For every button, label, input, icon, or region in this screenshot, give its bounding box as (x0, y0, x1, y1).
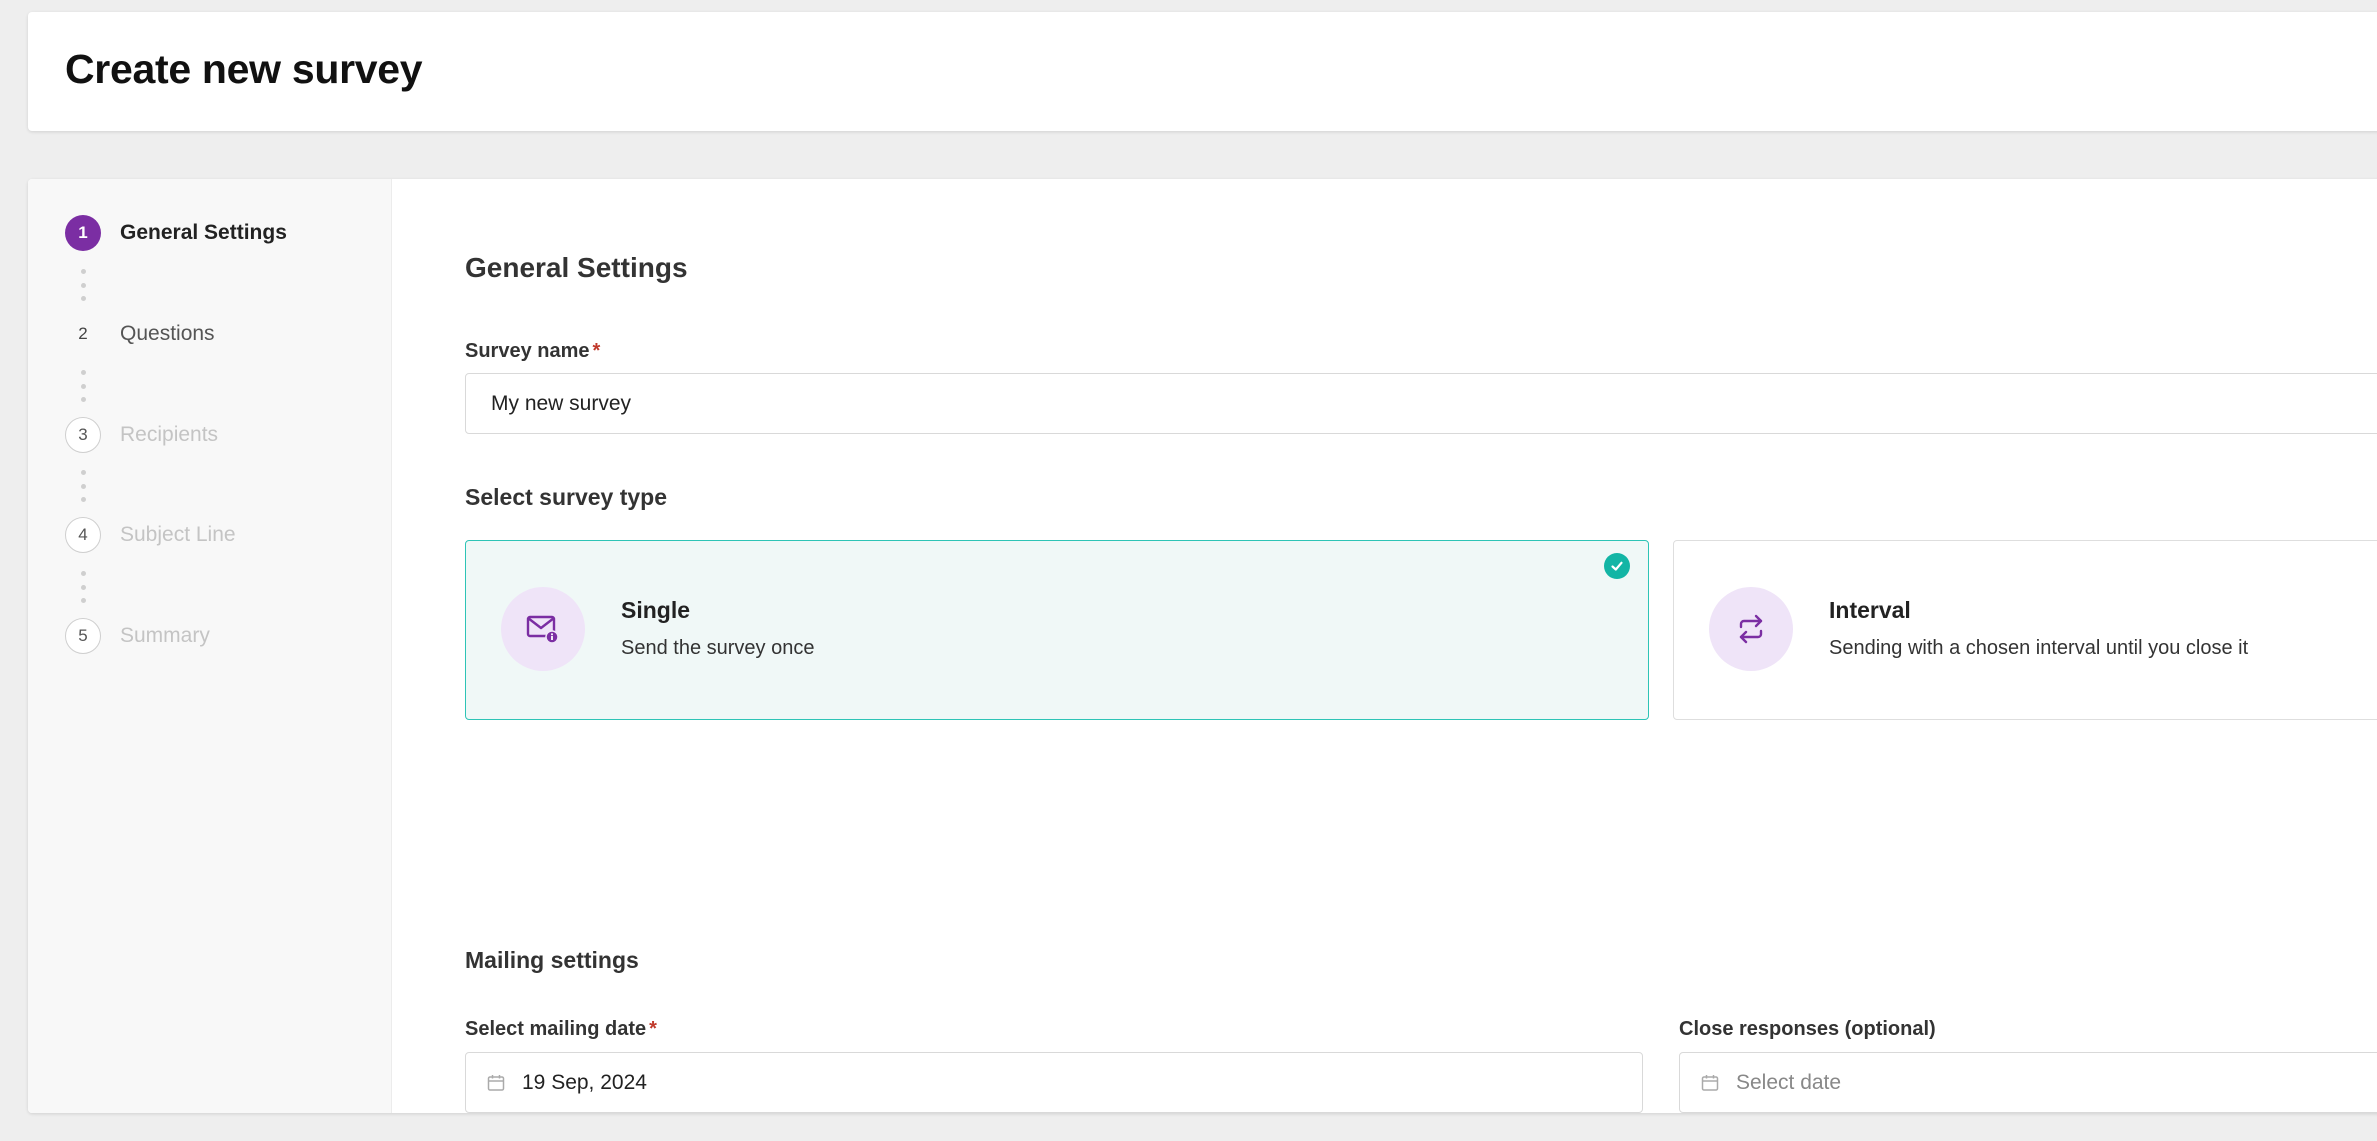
option-description: Sending with a chosen interval until you… (1829, 637, 2249, 659)
step-connector (81, 470, 86, 502)
option-description: Send the survey once (621, 637, 815, 659)
survey-name-input[interactable] (465, 373, 2377, 434)
step-label: Summary (120, 624, 210, 647)
close-responses-placeholder: Select date (1736, 1070, 1842, 1094)
wizard-card: 1 General Settings 2 Questions 3 Recipie… (28, 179, 2377, 1113)
step-number: 3 (65, 417, 101, 453)
close-responses-picker[interactable]: Select date (1679, 1052, 2377, 1113)
step-connector (81, 571, 86, 603)
repeat-icon (1709, 587, 1793, 671)
survey-name-label: Survey name * (465, 340, 600, 363)
calendar-icon (486, 1073, 506, 1093)
step-subject-line: 4 Subject Line (65, 517, 236, 553)
step-number: 1 (65, 215, 101, 251)
step-questions[interactable]: 2 Questions (65, 316, 215, 352)
mailing-date-label-text: Select mailing date (465, 1018, 647, 1040)
check-icon (1604, 553, 1630, 579)
step-summary: 5 Summary (65, 618, 210, 654)
mailing-settings-title: Mailing settings (465, 947, 639, 973)
mailing-date-picker[interactable]: 19 Sep, 2024 (465, 1052, 1643, 1113)
page-title: Create new survey (65, 46, 423, 92)
step-connector (81, 370, 86, 402)
mailing-date-label: Select mailing date * (465, 1018, 657, 1041)
step-number: 4 (65, 517, 101, 553)
step-label: General Settings (120, 221, 287, 244)
mailing-date-value: 19 Sep, 2024 (522, 1070, 647, 1094)
survey-name-label-text: Survey name (465, 340, 590, 362)
option-title: Interval (1829, 597, 1911, 623)
general-settings-form: General Settings Survey name* Select sur… (465, 179, 2377, 1113)
survey-type-title: Select survey type (465, 484, 668, 510)
option-title: Single (621, 597, 691, 623)
step-label: Recipients (120, 423, 219, 446)
step-number: 5 (65, 618, 101, 654)
step-general-settings[interactable]: 1 General Settings (65, 215, 287, 251)
step-number: 2 (78, 324, 88, 343)
page-header: Create new survey (28, 12, 2377, 131)
wizard-stepper: 1 General Settings 2 Questions 3 Recipie… (28, 179, 392, 1113)
survey-type-interval-option[interactable]: Interval Sending with a chosen interval … (1673, 540, 2377, 720)
section-title: General Settings (465, 252, 688, 283)
survey-type-single-option[interactable]: Single Send the survey once (465, 540, 1649, 720)
mail-info-icon (501, 587, 585, 671)
required-mark: * (649, 1018, 657, 1040)
calendar-icon (1700, 1073, 1720, 1093)
step-connector (81, 269, 86, 301)
step-label: Subject Line (120, 523, 236, 546)
required-mark: * (592, 340, 601, 362)
step-label: Questions (120, 322, 215, 345)
close-responses-label: Close responses (optional) (1679, 1018, 1936, 1040)
step-recipients: 3 Recipients (65, 417, 218, 453)
